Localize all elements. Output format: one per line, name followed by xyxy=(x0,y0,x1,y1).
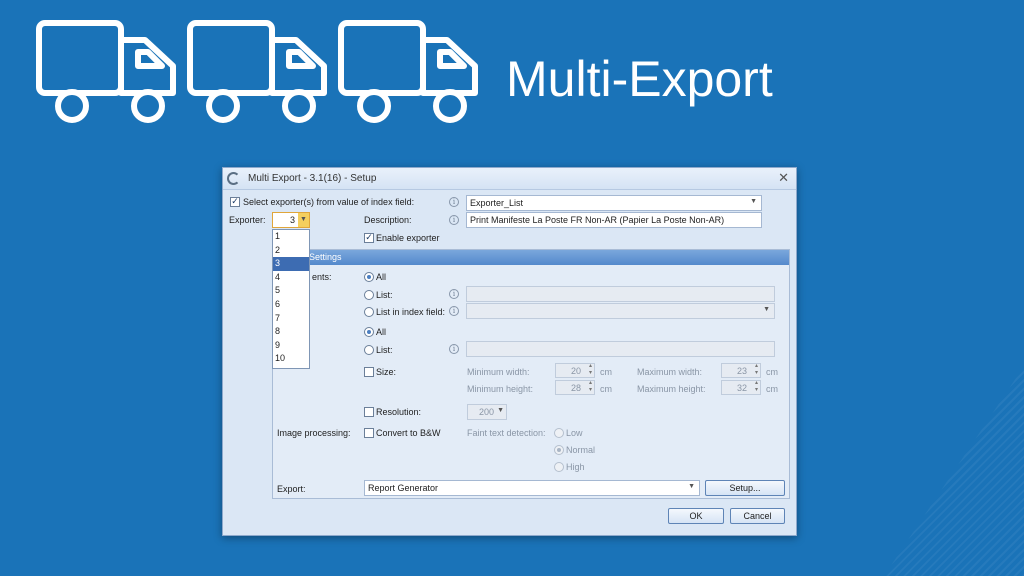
pages-all-label: All xyxy=(376,327,387,337)
trucks-illustration xyxy=(36,20,478,123)
info-icon: i xyxy=(449,306,459,316)
info-icon: i xyxy=(449,289,459,299)
max-width-stepper[interactable]: 23 xyxy=(721,363,761,378)
max-height-label: Maximum height: xyxy=(637,384,706,394)
close-icon[interactable]: ✕ xyxy=(778,171,789,186)
documents-all-label: All xyxy=(376,272,387,282)
pages-list-radio[interactable] xyxy=(364,345,374,355)
description-value: Print Manifeste La Poste FR Non-AR (Papi… xyxy=(470,215,725,225)
faint-low-radio[interactable] xyxy=(554,428,564,438)
faint-low-label: Low xyxy=(566,428,583,438)
app-logo-icon xyxy=(227,172,240,185)
description-input[interactable]: Print Manifeste La Poste FR Non-AR (Papi… xyxy=(466,212,762,228)
convert-bw-checkbox[interactable] xyxy=(364,428,374,438)
chevron-down-icon: ▼ xyxy=(298,213,309,227)
exporter-dropdown-list: 1 2 3 4 5 6 7 8 9 10 xyxy=(272,229,310,369)
chevron-down-icon: ▼ xyxy=(688,483,695,490)
documents-list-input[interactable] xyxy=(466,286,775,302)
max-height-unit: cm xyxy=(766,384,778,394)
max-width-label: Maximum width: xyxy=(637,367,703,377)
faint-high-radio[interactable] xyxy=(554,462,564,472)
slide-title: Multi-Export xyxy=(506,51,773,107)
chevron-down-icon: ▼ xyxy=(497,407,504,414)
documents-index-select[interactable]: ▼ xyxy=(466,303,775,319)
resolution-value: 200 xyxy=(478,407,494,417)
enable-exporter-checkbox[interactable]: ✓ xyxy=(364,233,374,243)
documents-all-radio[interactable] xyxy=(364,272,374,282)
max-height-value: 32 xyxy=(736,383,747,393)
exporter-value: 3 xyxy=(289,215,295,225)
exporter-option[interactable]: 3 xyxy=(273,257,309,271)
size-checkbox[interactable] xyxy=(364,367,374,377)
max-width-value: 23 xyxy=(736,366,747,376)
exporter-option[interactable]: 10 xyxy=(273,352,309,366)
resolution-checkbox[interactable] xyxy=(364,407,374,417)
min-width-unit: cm xyxy=(600,367,612,377)
exporter-label: Exporter: xyxy=(229,215,266,225)
export-value: Report Generator xyxy=(368,483,439,493)
resolution-select[interactable]: 200 ▼ xyxy=(467,404,507,420)
exporter-option[interactable]: 6 xyxy=(273,298,309,312)
min-height-unit: cm xyxy=(600,384,612,394)
max-height-stepper[interactable]: 32 xyxy=(721,380,761,395)
documents-label: ents: xyxy=(312,272,332,282)
max-width-unit: cm xyxy=(766,367,778,377)
min-width-label: Minimum width: xyxy=(467,367,530,377)
info-icon: i xyxy=(449,215,459,225)
size-label: Size: xyxy=(376,367,397,377)
resolution-label: Resolution: xyxy=(376,407,422,417)
faint-text-label: Faint text detection: xyxy=(467,428,546,438)
settings-header: Settings xyxy=(273,250,789,265)
pages-all-radio[interactable] xyxy=(364,327,374,337)
export-label: Export: xyxy=(277,484,306,494)
faint-normal-label: Normal xyxy=(566,445,596,455)
faint-normal-radio[interactable] xyxy=(554,445,564,455)
ok-button[interactable]: OK xyxy=(668,508,724,524)
documents-list-radio[interactable] xyxy=(364,290,374,300)
cancel-button[interactable]: Cancel xyxy=(730,508,785,524)
select-exporters-label: Select exporter(s) from value of index f… xyxy=(243,197,415,207)
truck-icon xyxy=(36,20,176,123)
min-height-value: 28 xyxy=(570,383,581,393)
description-label: Description: xyxy=(364,215,412,225)
faint-high-label: High xyxy=(566,462,585,472)
exporter-option[interactable]: 2 xyxy=(273,244,309,258)
exporter-option[interactable]: 9 xyxy=(273,339,309,353)
export-select[interactable]: Report Generator ▼ xyxy=(364,480,700,496)
exporter-option[interactable]: 4 xyxy=(273,271,309,285)
info-icon: i xyxy=(449,344,459,354)
chevron-down-icon: ▼ xyxy=(763,306,770,313)
min-height-stepper[interactable]: 28 xyxy=(555,380,595,395)
dialog-titlebar[interactable]: Multi Export - 3.1(16) - Setup xyxy=(223,168,796,190)
exporter-option[interactable]: 1 xyxy=(273,230,309,244)
setup-button[interactable]: Setup... xyxy=(705,480,785,496)
info-icon: i xyxy=(449,197,459,207)
convert-bw-label: Convert to B&W xyxy=(376,428,441,438)
image-processing-label: Image processing: xyxy=(277,428,351,438)
pages-list-input[interactable] xyxy=(466,341,775,357)
exporter-option[interactable]: 5 xyxy=(273,284,309,298)
min-width-stepper[interactable]: 20 xyxy=(555,363,595,378)
exporter-select[interactable]: 3 ▼ xyxy=(272,212,310,228)
min-width-value: 20 xyxy=(570,366,581,376)
exporter-option[interactable]: 7 xyxy=(273,312,309,326)
documents-list-index-label: List in index field: xyxy=(376,307,446,317)
exporter-option[interactable]: 8 xyxy=(273,325,309,339)
chevron-down-icon: ▼ xyxy=(750,198,757,205)
index-field-select[interactable]: Exporter_List ▼ xyxy=(466,195,762,211)
documents-list-index-radio[interactable] xyxy=(364,307,374,317)
background-stripes xyxy=(884,366,1024,576)
truck-icon xyxy=(187,20,327,123)
select-exporters-checkbox[interactable]: ✓ xyxy=(230,197,240,207)
dialog-title: Multi Export - 3.1(16) - Setup xyxy=(248,173,377,184)
truck-icon xyxy=(338,20,478,123)
enable-exporter-label: Enable exporter xyxy=(376,233,440,243)
documents-list-label: List: xyxy=(376,290,393,300)
pages-list-label: List: xyxy=(376,345,393,355)
index-field-value: Exporter_List xyxy=(470,198,524,208)
min-height-label: Minimum height: xyxy=(467,384,534,394)
